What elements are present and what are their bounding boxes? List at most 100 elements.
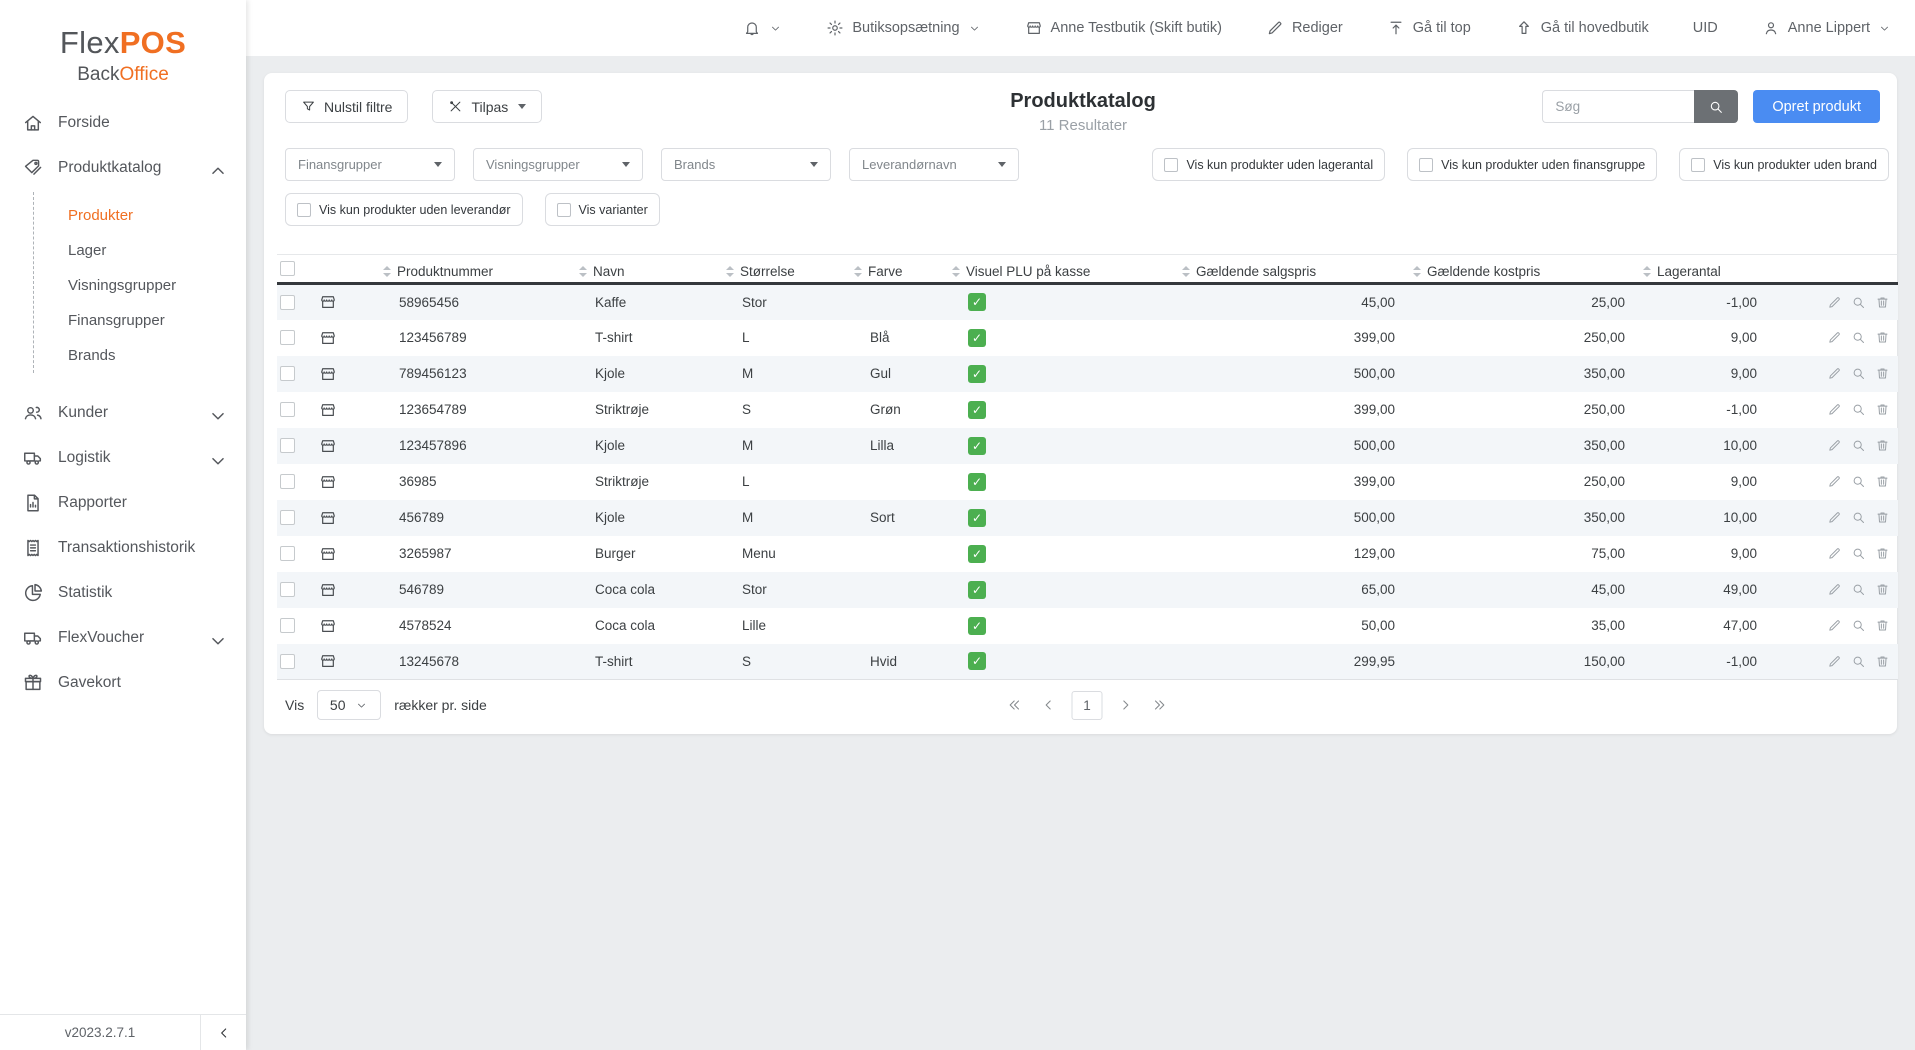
column-header-farve[interactable]: Farve bbox=[846, 255, 944, 284]
sort-icon[interactable] bbox=[1182, 266, 1190, 277]
sidebar-item-transaktionshistorik[interactable]: Transaktionshistorik bbox=[0, 525, 246, 570]
header-edit[interactable]: Rediger bbox=[1266, 19, 1343, 37]
sidebar-item-kunder[interactable]: Kunder bbox=[0, 390, 246, 435]
delete-icon[interactable] bbox=[1875, 474, 1890, 489]
sort-icon[interactable] bbox=[952, 266, 960, 277]
view-icon[interactable] bbox=[1851, 330, 1866, 345]
header-store-settings[interactable]: Butiksopsætning bbox=[826, 19, 980, 37]
view-icon[interactable] bbox=[1851, 582, 1866, 597]
checkbox-icon[interactable] bbox=[1164, 158, 1178, 172]
delete-icon[interactable] bbox=[1875, 438, 1890, 453]
edit-icon[interactable] bbox=[1827, 402, 1842, 417]
table-row[interactable]: 789456123KjoleMGul✓500,00350,009,00 bbox=[277, 356, 1898, 392]
page-size-select[interactable]: 50 bbox=[317, 690, 381, 720]
current-page[interactable]: 1 bbox=[1072, 691, 1103, 720]
row-checkbox[interactable] bbox=[280, 402, 295, 417]
edit-icon[interactable] bbox=[1827, 546, 1842, 561]
view-icon[interactable] bbox=[1851, 546, 1866, 561]
column-header-gældende-kostpris[interactable]: Gældende kostpris bbox=[1405, 255, 1635, 284]
edit-icon[interactable] bbox=[1827, 618, 1842, 633]
sort-icon[interactable] bbox=[383, 266, 391, 277]
header-user-menu[interactable]: Anne Lippert bbox=[1762, 19, 1891, 37]
sort-icon[interactable] bbox=[579, 266, 587, 277]
column-header-navn[interactable]: Navn bbox=[571, 255, 718, 284]
sort-icon[interactable] bbox=[726, 266, 734, 277]
column-header-størrelse[interactable]: Størrelse bbox=[718, 255, 846, 284]
delete-icon[interactable] bbox=[1875, 510, 1890, 525]
column-header-visuel-plu-på-kasse[interactable]: Visuel PLU på kasse bbox=[944, 255, 1174, 284]
table-row[interactable]: 546789Coca colaStor✓65,0045,0049,00 bbox=[277, 572, 1898, 608]
search-button[interactable] bbox=[1694, 90, 1738, 123]
sidebar-item-logistik[interactable]: Logistik bbox=[0, 435, 246, 480]
edit-icon[interactable] bbox=[1827, 582, 1842, 597]
sidebar-item-visningsgrupper[interactable]: Visningsgrupper bbox=[68, 268, 246, 303]
header-current-store[interactable]: Anne Testbutik (Skift butik) bbox=[1025, 19, 1222, 37]
checkbox-icon[interactable] bbox=[557, 203, 571, 217]
row-checkbox[interactable] bbox=[280, 366, 295, 381]
delete-icon[interactable] bbox=[1875, 330, 1890, 345]
select-all-checkbox[interactable] bbox=[280, 261, 295, 276]
sort-icon[interactable] bbox=[854, 266, 862, 277]
delete-icon[interactable] bbox=[1875, 366, 1890, 381]
view-icon[interactable] bbox=[1851, 654, 1866, 669]
customize-button[interactable]: Tilpas bbox=[432, 90, 542, 123]
view-icon[interactable] bbox=[1851, 402, 1866, 417]
sort-icon[interactable] bbox=[1413, 266, 1421, 277]
delete-icon[interactable] bbox=[1875, 295, 1890, 310]
header-uid[interactable]: UID bbox=[1693, 20, 1718, 36]
sidebar-item-gavekort[interactable]: Gavekort bbox=[0, 660, 246, 705]
table-row[interactable]: 456789KjoleMSort✓500,00350,0010,00 bbox=[277, 500, 1898, 536]
row-checkbox[interactable] bbox=[280, 438, 295, 453]
table-row[interactable]: 13245678T-shirtSHvid✓299,95150,00-1,00 bbox=[277, 644, 1898, 680]
filter-checkbox-vis-kun-produkter-uden-brand[interactable]: Vis kun produkter uden brand bbox=[1679, 148, 1889, 181]
filter-checkbox-vis-varianter[interactable]: Vis varianter bbox=[545, 193, 660, 226]
header-notifications[interactable] bbox=[743, 19, 782, 37]
row-checkbox[interactable] bbox=[280, 654, 295, 669]
table-row[interactable]: 3265987BurgerMenu✓129,0075,009,00 bbox=[277, 536, 1898, 572]
column-header-lagerantal[interactable]: Lagerantal bbox=[1635, 255, 1767, 284]
first-page-button[interactable] bbox=[1004, 694, 1026, 716]
table-row[interactable]: 123457896KjoleMLilla✓500,00350,0010,00 bbox=[277, 428, 1898, 464]
edit-icon[interactable] bbox=[1827, 438, 1842, 453]
row-checkbox[interactable] bbox=[280, 546, 295, 561]
sidebar-item-finansgrupper[interactable]: Finansgrupper bbox=[68, 303, 246, 338]
sort-icon[interactable] bbox=[1643, 266, 1651, 277]
filter-select-finansgrupper[interactable]: Finansgrupper bbox=[285, 148, 455, 181]
delete-icon[interactable] bbox=[1875, 402, 1890, 417]
delete-icon[interactable] bbox=[1875, 546, 1890, 561]
sidebar-collapse-button[interactable] bbox=[200, 1015, 246, 1050]
filter-checkbox-vis-kun-produkter-uden-lagerantal[interactable]: Vis kun produkter uden lagerantal bbox=[1152, 148, 1385, 181]
sidebar-item-rapporter[interactable]: Rapporter bbox=[0, 480, 246, 525]
row-checkbox[interactable] bbox=[280, 474, 295, 489]
checkbox-icon[interactable] bbox=[297, 203, 311, 217]
header-go-to-main-store[interactable]: Gå til hovedbutik bbox=[1515, 19, 1649, 37]
row-checkbox[interactable] bbox=[280, 330, 295, 345]
edit-icon[interactable] bbox=[1827, 295, 1842, 310]
reset-filters-button[interactable]: Nulstil filtre bbox=[285, 90, 408, 123]
table-row[interactable]: 4578524Coca colaLille✓50,0035,0047,00 bbox=[277, 608, 1898, 644]
table-row[interactable]: 36985StriktrøjeL✓399,00250,009,00 bbox=[277, 464, 1898, 500]
sidebar-item-brands[interactable]: Brands bbox=[68, 338, 246, 373]
table-row[interactable]: 58965456KaffeStor✓45,0025,00-1,00 bbox=[277, 284, 1898, 320]
sidebar-item-flexvoucher[interactable]: FlexVoucher bbox=[0, 615, 246, 660]
row-checkbox[interactable] bbox=[280, 582, 295, 597]
edit-icon[interactable] bbox=[1827, 510, 1842, 525]
view-icon[interactable] bbox=[1851, 366, 1866, 381]
search-input[interactable] bbox=[1542, 90, 1694, 123]
edit-icon[interactable] bbox=[1827, 366, 1842, 381]
header-go-to-top[interactable]: Gå til top bbox=[1387, 19, 1471, 37]
view-icon[interactable] bbox=[1851, 295, 1866, 310]
sidebar-item-statistik[interactable]: Statistik bbox=[0, 570, 246, 615]
delete-icon[interactable] bbox=[1875, 618, 1890, 633]
filter-select-leverandørnavn[interactable]: Leverandørnavn bbox=[849, 148, 1019, 181]
row-checkbox[interactable] bbox=[280, 510, 295, 525]
filter-select-brands[interactable]: Brands bbox=[661, 148, 831, 181]
previous-page-button[interactable] bbox=[1038, 694, 1060, 716]
table-row[interactable]: 123456789T-shirtLBlå✓399,00250,009,00 bbox=[277, 320, 1898, 356]
sidebar-item-forside[interactable]: Forside bbox=[0, 100, 246, 145]
next-page-button[interactable] bbox=[1115, 694, 1137, 716]
view-icon[interactable] bbox=[1851, 474, 1866, 489]
view-icon[interactable] bbox=[1851, 438, 1866, 453]
column-header-produktnummer[interactable]: Produktnummer bbox=[375, 255, 571, 284]
filter-checkbox-vis-kun-produkter-uden-leverandør[interactable]: Vis kun produkter uden leverandør bbox=[285, 193, 523, 226]
